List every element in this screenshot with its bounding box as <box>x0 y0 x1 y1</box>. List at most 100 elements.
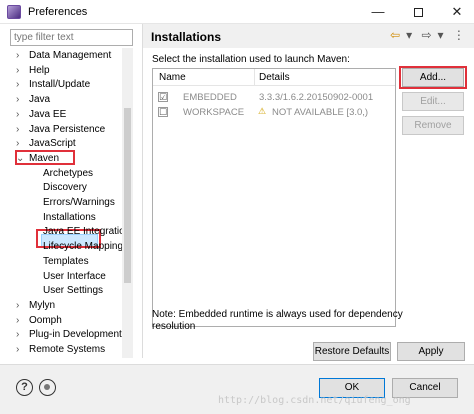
preferences-sidebar: ›Data Management›Help›Install/Update›Jav… <box>0 24 143 358</box>
row-name: WORKSPACE <box>183 107 245 118</box>
sidebar-item[interactable]: › Help <box>0 64 122 78</box>
sidebar-item-label: Oomph <box>29 314 62 326</box>
preferences-tree: › Data Management › Help › Install/Update › Jav… <box>0 48 132 358</box>
sidebar-item[interactable]: Java EE Integration <box>0 225 130 239</box>
sidebar-item-label: User Settings <box>43 285 104 297</box>
help-icon[interactable]: ? <box>16 379 33 396</box>
sidebar-item-label: Data Management <box>29 50 112 61</box>
sidebar-item-label: Lifecycle Mapping <box>43 241 124 253</box>
collapsed-chevron-icon[interactable]: › <box>16 123 26 137</box>
sidebar-item-label: Installations <box>43 211 96 223</box>
sidebar-item-label: Templates <box>43 255 89 267</box>
maximize-icon <box>413 8 423 18</box>
sidebar-item-label: Java <box>29 94 51 106</box>
filter-input[interactable] <box>10 29 133 46</box>
collapsed-chevron-icon[interactable]: › <box>16 299 26 313</box>
row-checkbox[interactable]: ☑ <box>158 92 168 102</box>
add-annotation-box <box>399 66 467 89</box>
sidebar-item[interactable]: › Java EE <box>0 108 122 122</box>
sidebar-item[interactable]: Archetypes <box>0 167 122 181</box>
sidebar-item[interactable]: Errors/Warnings <box>0 196 122 210</box>
row-checkbox[interactable]: ☐ <box>158 107 168 117</box>
sidebar-item[interactable]: › Oomph <box>0 314 122 328</box>
sidebar-item[interactable]: ⌄ Maven <box>0 152 122 166</box>
page-description: Select the installation used to launch M… <box>152 54 350 65</box>
sidebar-item[interactable]: › Remote Systems <box>0 343 122 357</box>
collapsed-chevron-icon[interactable]: › <box>16 328 26 342</box>
scrollbar-thumb[interactable] <box>124 108 131 283</box>
back-menu-icon[interactable]: ▾ <box>406 28 412 42</box>
sidebar-item[interactable]: Discovery <box>0 181 122 195</box>
watermark: http://blog.csdn.net/qiufeng_ong <box>218 395 411 406</box>
sidebar-item-label: Help <box>29 64 50 76</box>
sidebar-item[interactable]: User Interface <box>0 270 122 284</box>
table-header: Name Details <box>153 69 395 86</box>
collapsed-chevron-icon[interactable]: › <box>16 78 26 92</box>
maximize-button[interactable] <box>401 0 435 24</box>
sidebar-item[interactable]: › Install/Update <box>0 78 122 92</box>
sidebar-item-label: Maven <box>29 152 60 164</box>
apply-button[interactable]: Apply <box>397 342 465 361</box>
close-button[interactable]: ✕ <box>440 0 474 24</box>
sidebar-item-label: Remote Systems <box>29 344 106 355</box>
sidebar-item[interactable]: › Data Management <box>0 49 122 63</box>
sidebar-item-label: Discovery <box>43 182 87 194</box>
collapsed-chevron-icon[interactable]: › <box>16 137 26 151</box>
sidebar-item-label: Errors/Warnings <box>43 197 115 208</box>
sidebar-item-label: Java EE Integration <box>43 226 131 238</box>
column-header-name[interactable]: Name <box>159 72 186 83</box>
forward-arrow-icon[interactable]: ⇨ <box>421 28 431 42</box>
sidebar-item-label: User Interface <box>43 270 106 282</box>
installations-table: Name Details ☑ EMBEDDED 3.3.3/1.6.2.2015… <box>152 68 396 327</box>
collapsed-chevron-icon[interactable]: › <box>16 64 26 78</box>
sidebar-item-label: Mylyn <box>29 299 56 311</box>
sidebar-item[interactable]: User Settings <box>0 284 122 298</box>
sidebar-item[interactable]: › JavaScript <box>0 137 122 151</box>
nav-icons: ⇦ ▾ ⇨ ▾ ⋮ <box>390 28 471 42</box>
sidebar-item-label: JavaScript <box>29 138 76 150</box>
expanded-chevron-icon[interactable]: ⌄ <box>16 152 26 166</box>
page-header: Installations ⇦ ▾ ⇨ ▾ ⋮ <box>143 24 474 48</box>
row-details: 3.3.3/1.6.2.20150902-0001 <box>259 92 374 103</box>
dialog-footer: ? OK Cancel <box>0 364 474 414</box>
sidebar-item-label: Java Persistence <box>29 123 106 135</box>
collapsed-chevron-icon[interactable]: › <box>16 108 26 122</box>
collapsed-chevron-icon[interactable]: › <box>16 343 26 357</box>
eclipse-app-icon <box>7 5 21 19</box>
sidebar-item[interactable]: Installations <box>0 211 122 225</box>
forward-menu-icon[interactable]: ▾ <box>438 28 444 42</box>
back-arrow-icon[interactable]: ⇦ <box>390 28 400 42</box>
remove-button[interactable]: Remove <box>402 116 464 135</box>
installations-page: Installations ⇦ ▾ ⇨ ▾ ⋮ Select the install… <box>143 24 474 361</box>
row-name: EMBEDDED <box>183 92 237 103</box>
table-row[interactable]: ☐ WORKSPACE ⚠ NOT AVAILABLE [3.0,) <box>153 105 395 120</box>
view-menu-icon[interactable]: ⋮ <box>453 28 465 42</box>
sidebar-item-label: Java EE <box>29 108 67 120</box>
sidebar-item[interactable]: Lifecycle Mapping <box>0 240 124 254</box>
sidebar-item[interactable]: › Java Persistence <box>0 123 122 137</box>
row-details: NOT AVAILABLE [3.0,) <box>272 107 369 118</box>
column-header-details[interactable]: Details <box>259 72 290 83</box>
sidebar-item[interactable]: › Java <box>0 93 122 107</box>
sidebar-item-label: Plug-in Development <box>29 329 122 341</box>
import-export-icon[interactable] <box>39 379 56 396</box>
title-bar: Preferences — ✕ <box>0 0 474 24</box>
window-title: Preferences <box>28 6 88 18</box>
edit-button[interactable]: Edit... <box>402 92 464 111</box>
sidebar-item[interactable]: › Mylyn <box>0 299 122 313</box>
warning-icon: ⚠ <box>258 106 267 116</box>
restore-defaults-button[interactable]: Restore Defaults <box>313 342 391 361</box>
sidebar-item[interactable]: Templates <box>0 255 122 269</box>
embedded-runtime-note: Note: Embedded runtime is always used fo… <box>152 309 403 332</box>
minimize-button[interactable]: — <box>361 0 395 24</box>
collapsed-chevron-icon[interactable]: › <box>16 93 26 107</box>
page-title: Installations <box>151 30 222 44</box>
table-row[interactable]: ☑ EMBEDDED 3.3.3/1.6.2.20150902-0001 <box>153 90 395 105</box>
column-divider <box>254 69 255 86</box>
sidebar-scrollbar[interactable] <box>122 48 133 358</box>
collapsed-chevron-icon[interactable]: › <box>16 314 26 328</box>
collapsed-chevron-icon[interactable]: › <box>16 49 26 63</box>
sidebar-item[interactable]: › Plug-in Development <box>0 328 122 342</box>
sidebar-item-label: Archetypes <box>43 167 94 179</box>
sidebar-item-label: Install/Update <box>29 79 91 91</box>
